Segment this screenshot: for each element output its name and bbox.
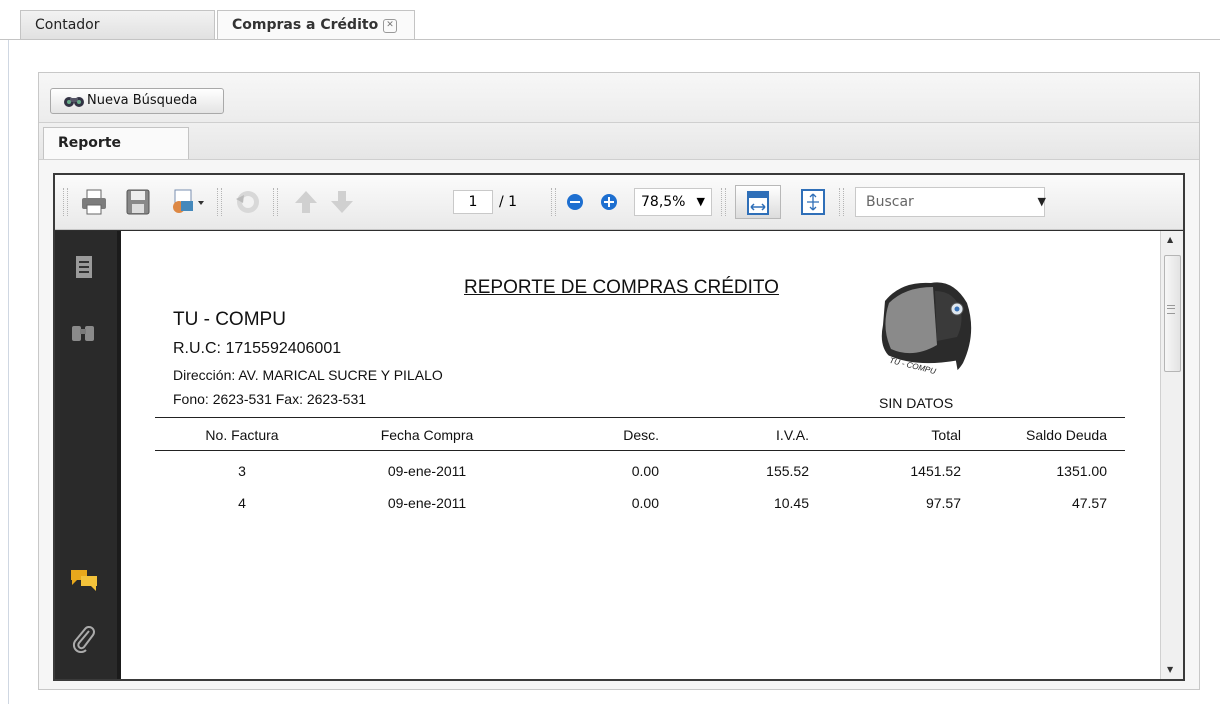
new-search-button[interactable]: Nueva Búsqueda bbox=[50, 88, 224, 114]
tab-label: Contador bbox=[35, 17, 100, 33]
pdf-side-panel bbox=[55, 231, 117, 679]
close-tab-icon[interactable]: ✕ bbox=[383, 19, 397, 33]
toolbar-grip bbox=[551, 188, 556, 216]
total: 97.57 bbox=[925, 495, 961, 511]
fit-width-button[interactable] bbox=[735, 185, 781, 219]
zoom-out-icon[interactable] bbox=[565, 192, 585, 212]
fit-page-icon[interactable] bbox=[799, 188, 827, 216]
binoculars-icon bbox=[64, 97, 84, 107]
chevron-down-icon: ▼ bbox=[696, 195, 705, 208]
scroll-up-icon[interactable]: ▲ bbox=[1167, 235, 1173, 244]
table-top-line bbox=[155, 417, 1125, 418]
toolbar-grip bbox=[217, 188, 222, 216]
arrow-up-icon[interactable] bbox=[291, 187, 321, 217]
pages-icon[interactable] bbox=[73, 255, 95, 281]
pdf-export-icon[interactable] bbox=[167, 187, 207, 217]
chevron-down-icon[interactable]: ▼ bbox=[1038, 188, 1046, 216]
find-placeholder: Buscar bbox=[866, 194, 914, 210]
main-tab-bar: Contador Compras a Crédito ✕ bbox=[0, 0, 1220, 40]
pdf-toolbar: 1 / 1 78,5% ▼ Buscar ▼ bbox=[55, 175, 1183, 230]
main-panel: Nueva Búsqueda Reporte 1 / 1 78,5% ▼ Bus… bbox=[38, 72, 1200, 690]
balance-due: 47.57 bbox=[1071, 495, 1107, 511]
arrow-down-icon[interactable] bbox=[327, 187, 357, 217]
tab-compras-credito[interactable]: Compras a Crédito ✕ bbox=[217, 10, 415, 39]
total: 1451.52 bbox=[910, 463, 961, 479]
pdf-page: REPORTE DE COMPRAS CRÉDITO TU - COMPU R.… bbox=[117, 231, 1160, 679]
purchase-date: 09-ene-2011 bbox=[387, 495, 467, 511]
discount: 0.00 bbox=[631, 463, 659, 479]
company-name: TU - COMPU bbox=[173, 309, 286, 330]
toolbar-grip bbox=[721, 188, 726, 216]
scrollbar-grip bbox=[1167, 305, 1175, 314]
column-header: Fecha Compra bbox=[380, 427, 474, 443]
column-header: No. Factura bbox=[205, 427, 279, 443]
scroll-down-icon[interactable]: ▼ bbox=[1167, 665, 1173, 674]
iva: 155.52 bbox=[766, 463, 809, 479]
table-header-line bbox=[155, 450, 1125, 451]
column-header: Saldo Deuda bbox=[1026, 427, 1107, 443]
search-bar: Nueva Búsqueda bbox=[39, 73, 1199, 123]
status-label: SIN DATOS bbox=[879, 395, 954, 411]
tab-contador[interactable]: Contador bbox=[20, 10, 215, 39]
pdf-viewer: 1 / 1 78,5% ▼ Buscar ▼ REPORTE DE COMPRA… bbox=[53, 173, 1185, 681]
page-number-input[interactable]: 1 bbox=[453, 190, 493, 214]
company-ruc: R.U.C: 1715592406001 bbox=[173, 340, 342, 357]
tab-label: Compras a Crédito bbox=[232, 17, 379, 33]
comments-icon[interactable] bbox=[69, 567, 99, 593]
column-header: I.V.A. bbox=[776, 427, 809, 443]
attachment-icon[interactable] bbox=[71, 625, 97, 653]
vertical-scrollbar[interactable]: ▲ ▼ bbox=[1160, 231, 1183, 679]
company-logo: TU - COMPU bbox=[877, 282, 972, 377]
refresh-icon[interactable] bbox=[233, 187, 263, 217]
new-search-label: Nueva Búsqueda bbox=[87, 93, 198, 108]
invoice-number: 3 bbox=[238, 463, 246, 479]
zoom-in-icon[interactable] bbox=[599, 192, 619, 212]
find-input[interactable]: Buscar ▼ bbox=[855, 187, 1046, 217]
balance-due: 1351.00 bbox=[1056, 463, 1107, 479]
company-phone: Fono: 2623-531 Fax: 2623-531 bbox=[173, 391, 367, 407]
discount: 0.00 bbox=[631, 495, 659, 511]
report-title: REPORTE DE COMPRAS CRÉDITO bbox=[464, 277, 779, 298]
column-header: Desc. bbox=[623, 427, 659, 443]
save-icon[interactable] bbox=[123, 187, 153, 217]
tab-bar-divider bbox=[0, 39, 1220, 40]
toolbar-grip bbox=[273, 188, 278, 216]
page-total: / 1 bbox=[499, 194, 518, 210]
iva: 10.45 bbox=[773, 495, 809, 511]
report-tab-bar: Reporte bbox=[39, 123, 1199, 160]
tab-label: Reporte bbox=[58, 135, 122, 151]
fit-width-icon bbox=[747, 191, 769, 215]
tab-reporte[interactable]: Reporte bbox=[43, 127, 189, 159]
binoculars-icon[interactable] bbox=[69, 321, 97, 343]
company-address: Dirección: AV. MARICAL SUCRE Y PILALO bbox=[173, 367, 443, 383]
purchase-date: 09-ene-2011 bbox=[387, 463, 467, 479]
zoom-select[interactable]: 78,5% ▼ bbox=[634, 188, 712, 216]
zoom-value: 78,5% bbox=[641, 194, 686, 210]
left-border-line bbox=[8, 0, 9, 704]
toolbar-grip bbox=[63, 188, 68, 216]
column-header: Total bbox=[931, 427, 961, 443]
toolbar-grip bbox=[839, 188, 844, 216]
invoice-number: 4 bbox=[238, 495, 246, 511]
print-icon[interactable] bbox=[79, 187, 109, 217]
